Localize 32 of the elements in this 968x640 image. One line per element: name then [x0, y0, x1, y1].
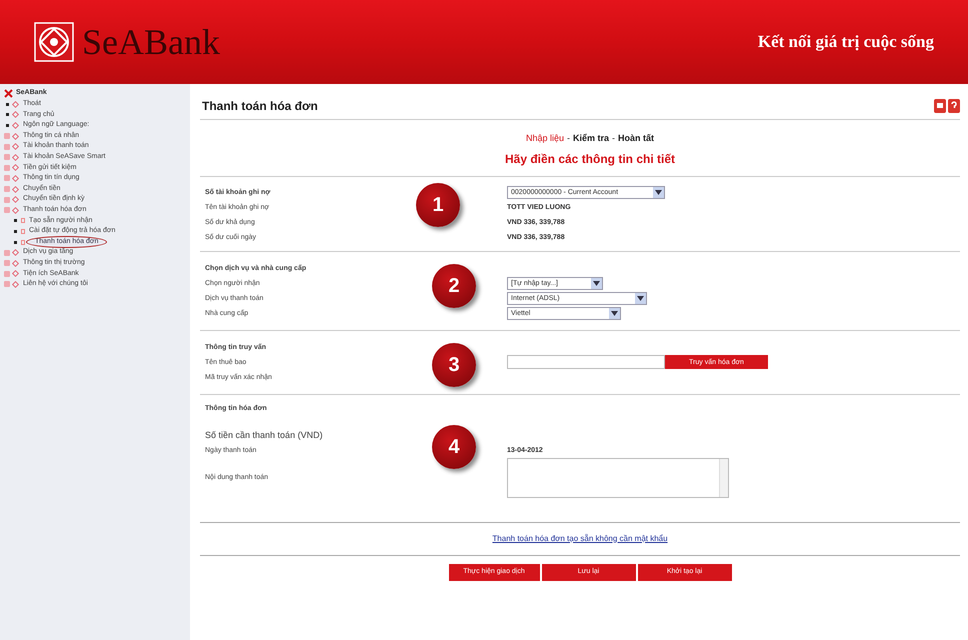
print-icon[interactable] — [934, 98, 946, 112]
logo-text: SeABank — [82, 24, 220, 60]
bullet-icon — [14, 240, 16, 244]
step-number-badge: 3 — [432, 342, 476, 386]
text-area[interactable] — [507, 458, 729, 498]
step-number-badge: 4 — [432, 424, 476, 468]
subtitle: Hãy điền các thông tin chi tiết — [504, 150, 676, 168]
step-label: Kiểm tra — [573, 132, 610, 145]
input-field[interactable] — [507, 355, 665, 369]
scrollbar — [719, 458, 728, 496]
close-icon — [4, 89, 13, 98]
dropdown-caret-icon — [635, 292, 646, 304]
dropdown-caret-icon — [609, 308, 620, 318]
step-label: Nhập liệu — [526, 132, 564, 145]
bullet-icon — [6, 124, 8, 127]
dropdown-caret-icon — [591, 278, 602, 288]
link[interactable]: Thanh toán hóa đơn tạo sẵn không cần mật khẩu — [492, 532, 668, 544]
step-separator: - — [612, 132, 616, 145]
bullet-icon — [14, 230, 16, 233]
bullet-icon — [6, 102, 8, 106]
bullet-icon — [6, 113, 8, 116]
step-label: Hoàn tất — [618, 132, 654, 145]
page-title: Thanh toán hóa đơn — [201, 98, 318, 114]
field-label: Số tiền cần thanh toán (VND) — [205, 430, 323, 440]
step-number-badge: 1 — [416, 182, 460, 226]
logo-icon — [34, 22, 74, 62]
help-icon[interactable] — [948, 98, 960, 112]
dropdown-caret-icon — [653, 186, 664, 198]
tagline: Kết nối giá trị cuộc sống — [758, 31, 934, 54]
step-number-badge: 2 — [432, 264, 476, 308]
step-separator: - — [567, 132, 570, 145]
bullet-icon — [14, 219, 16, 222]
